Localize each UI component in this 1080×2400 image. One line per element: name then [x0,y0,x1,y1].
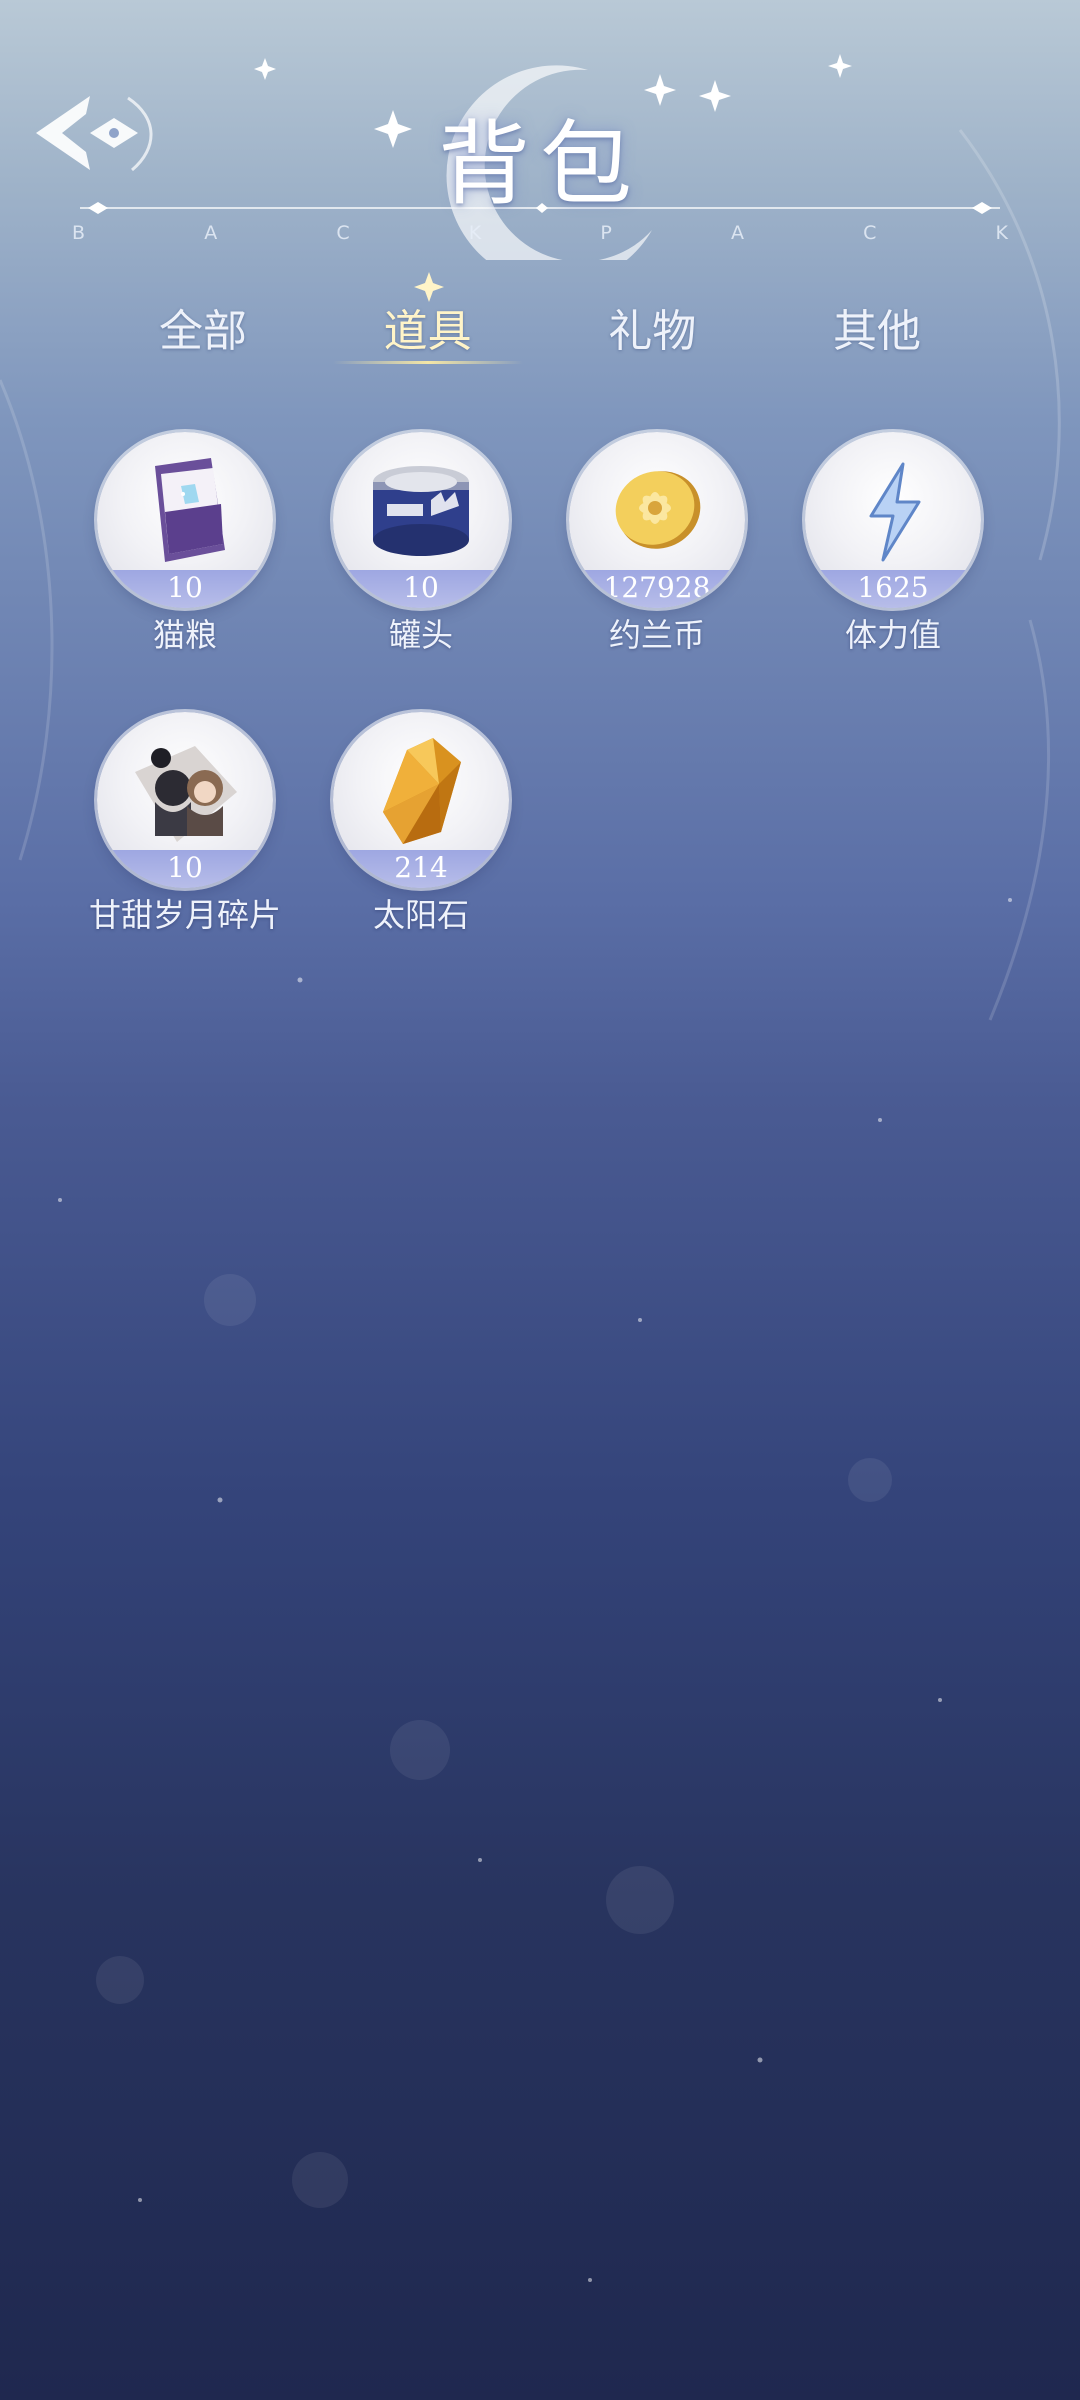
canned-food-icon [361,452,481,570]
item-slot: 10 [97,432,273,608]
subtitle-letter: A [204,222,218,244]
item-sun-stone[interactable]: 214 太阳石 [311,712,531,952]
item-name: 猫粮 [152,616,217,654]
item-slot: 10 [333,432,509,608]
subtitle-letter: A [730,222,744,244]
tab-label: 道具 [383,306,472,357]
subtitle-letter: C [863,222,877,244]
subtitle-letter: C [336,222,350,244]
item-name: 甘甜岁月碎片 [88,896,281,934]
item-count: 127928 [603,571,711,604]
item-stamina[interactable]: 1625 体力值 [783,432,1003,672]
item-cat-food[interactable]: 10 猫粮 [75,432,295,672]
item-sweet-memory-fragment[interactable]: 10 甘甜岁月碎片 [75,712,295,952]
lightning-icon [833,452,953,570]
page-subtitle: B A C K P A C K [72,222,1008,252]
item-yolan-coin[interactable]: 127928 约兰币 [547,432,767,672]
item-name: 约兰币 [608,616,705,654]
tab-all[interactable]: 全部 [128,292,278,372]
tab-label: 全部 [159,306,247,357]
item-count: 214 [394,851,448,884]
page-title: 背包 [437,111,642,218]
subtitle-letter: B [72,222,86,244]
item-count: 1625 [857,571,929,604]
cat-food-bag-icon [125,452,245,570]
active-star-icon [413,272,444,302]
gold-coin-icon [597,452,717,570]
item-count: 10 [167,571,203,604]
subtitle-letter: K [995,222,1008,244]
active-tab-underline [332,361,523,364]
subtitle-letter: P [600,222,612,244]
item-slot: 1625 [805,432,981,608]
sun-crystal-icon [361,732,481,850]
subtitle-letter: K [468,222,482,244]
item-slot: 10 [97,712,273,888]
item-name: 罐头 [388,616,453,654]
item-count: 10 [167,851,203,884]
item-canned-food[interactable]: 10 罐头 [311,432,531,672]
tab-label: 礼物 [608,306,697,357]
category-tabs: 全部 道具 礼物 其他 [128,272,952,372]
tab-gifts[interactable]: 礼物 [577,292,727,372]
item-slot: 214 [333,712,509,888]
tab-others[interactable]: 其他 [802,292,952,372]
item-name: 太阳石 [372,896,469,934]
item-count: 10 [403,571,439,604]
photo-fragment-icon [125,732,245,850]
item-slot: 127928 [569,432,745,608]
tab-label: 其他 [832,306,921,357]
header: 背包 B A C K P A C K [0,40,1080,260]
item-name: 体力值 [844,616,941,654]
tab-items[interactable]: 道具 [332,272,523,372]
